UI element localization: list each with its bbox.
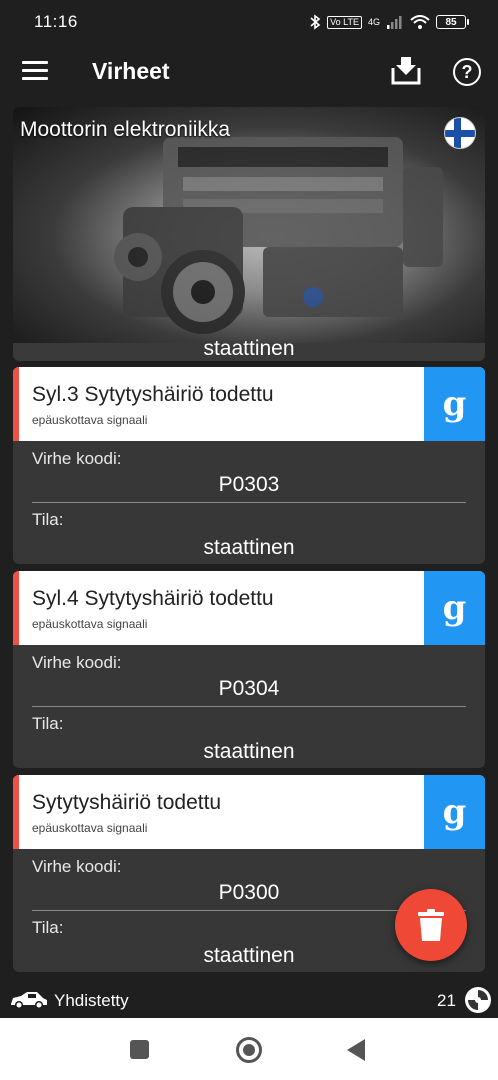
download-icon[interactable] (390, 54, 422, 86)
google-search-button[interactable]: g (424, 775, 485, 849)
code-label: Virhe koodi: (32, 449, 122, 468)
fault-code: P0304 (218, 677, 280, 700)
google-icon: g (442, 792, 467, 832)
car-icon (11, 992, 47, 1009)
fault-card: Syl.3 Sytytyshäiriö todettu epäuskottava… (13, 367, 485, 564)
trash-icon (418, 909, 444, 941)
back-button[interactable] (347, 1039, 365, 1061)
partial-status: staattinen (203, 337, 295, 360)
fault-list[interactable]: Moottorin elektroniikka staattinen Syl.3… (0, 100, 498, 984)
state-label: Tila: (32, 918, 64, 937)
recent-apps-button[interactable] (130, 1040, 149, 1059)
volte-icon: Vo LTE (327, 15, 362, 29)
status-bar: 11:16 Vo LTE 4G 85 (0, 0, 498, 44)
engine-card-title: Moottorin elektroniikka (20, 118, 231, 141)
fault-count: 21 (437, 991, 456, 1010)
help-icon[interactable]: ? (453, 58, 481, 86)
code-label: Virhe koodi: (32, 857, 122, 876)
divider (32, 706, 466, 707)
engine-image (13, 107, 485, 343)
connection-status: Yhdistetty (54, 991, 129, 1010)
fault-title: Sytytyshäiriö todettu (32, 791, 222, 814)
status-icons: Vo LTE 4G 85 (309, 14, 469, 30)
fault-subtitle: epäuskottava signaali (32, 617, 148, 631)
engine-card: Moottorin elektroniikka staattinen (13, 107, 485, 361)
fault-title: Syl.3 Sytytyshäiriö todettu (32, 383, 274, 406)
finland-flag-icon[interactable] (444, 117, 476, 149)
status-time: 11:16 (34, 12, 78, 31)
google-icon: g (442, 384, 467, 424)
battery-icon: 85 (436, 15, 469, 29)
divider (32, 502, 466, 503)
wifi-icon (410, 15, 430, 29)
page-title: Virheet (92, 58, 170, 84)
fault-code: P0303 (218, 473, 280, 496)
engine-illustration (114, 137, 443, 334)
app-bar: Virheet ? (0, 44, 498, 100)
system-nav-bar (0, 1018, 498, 1080)
fault-header[interactable]: Syl.4 Sytytyshäiriö todettu epäuskottava… (13, 571, 485, 645)
bluetooth-icon (310, 14, 321, 30)
delete-faults-button[interactable] (395, 889, 467, 961)
fault-title: Syl.4 Sytytyshäiriö todettu (32, 587, 274, 610)
network-type: 4G (367, 16, 380, 27)
google-search-button[interactable]: g (424, 367, 485, 441)
battery-level: 85 (445, 16, 457, 28)
menu-icon[interactable] (22, 61, 48, 83)
fault-subtitle: epäuskottava signaali (32, 821, 148, 835)
fault-header[interactable]: Sytytyshäiriö todettu epäuskottava signa… (13, 775, 485, 849)
fault-subtitle: epäuskottava signaali (32, 413, 148, 427)
code-label: Virhe koodi: (32, 653, 122, 672)
fault-state: staattinen (203, 740, 295, 763)
fault-card: Syl.4 Sytytyshäiriö todettu epäuskottava… (13, 571, 485, 768)
state-label: Tila: (32, 714, 64, 733)
signal-icon (387, 16, 402, 29)
obd-adapter-icon[interactable] (465, 987, 491, 1013)
fault-state: staattinen (203, 536, 295, 559)
google-icon: g (442, 588, 467, 628)
google-search-button[interactable]: g (424, 571, 485, 645)
connection-bar: Yhdistetty 21 (0, 984, 498, 1018)
state-label: Tila: (32, 510, 64, 529)
home-button[interactable] (236, 1037, 262, 1063)
fault-header[interactable]: Syl.3 Sytytyshäiriö todettu epäuskottava… (13, 367, 485, 441)
